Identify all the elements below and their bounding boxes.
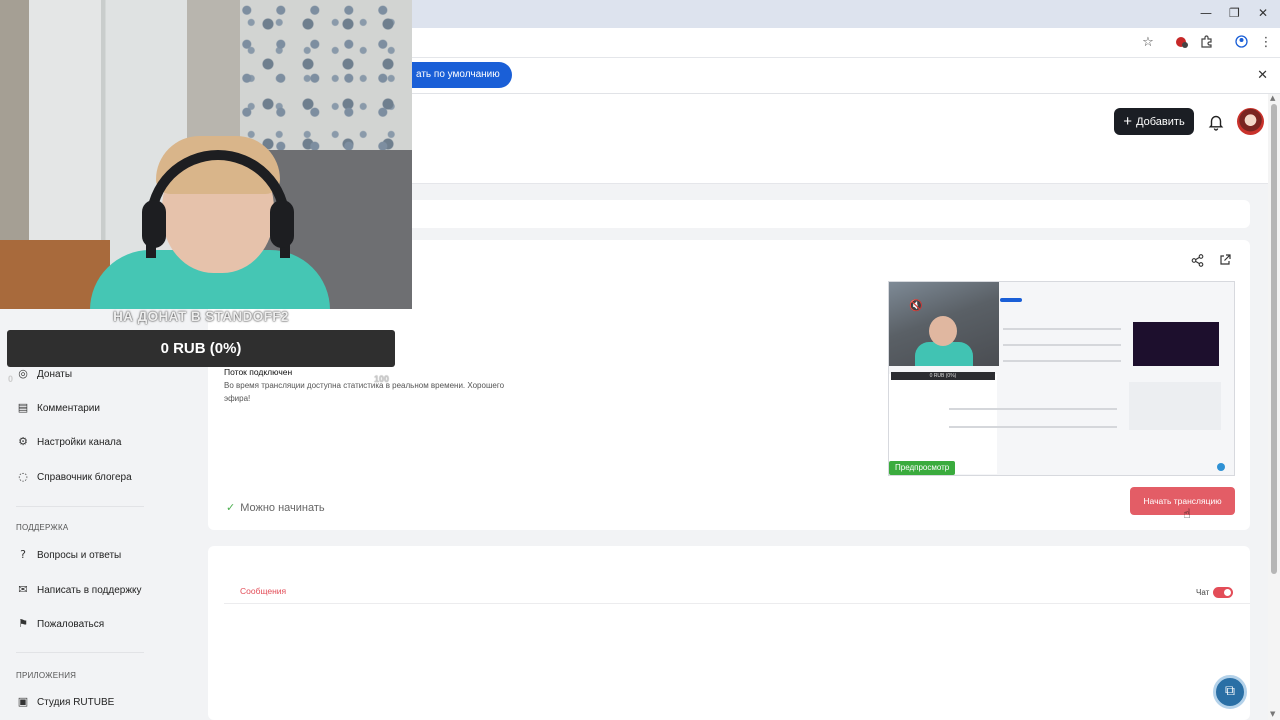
sidebar-item-label: Вопросы и ответы — [37, 549, 122, 561]
divider — [16, 506, 144, 507]
preview-help-icon — [1217, 463, 1225, 471]
preview-face — [929, 316, 957, 346]
sidebar-item-label: Пожаловаться — [37, 618, 105, 630]
tab-messages[interactable]: Сообщения — [240, 586, 287, 604]
sidebar-item-blogger-guide[interactable]: ◌ Справочник блогера — [16, 467, 132, 487]
preview-ui-button — [1000, 298, 1022, 302]
preview-ui-line — [1003, 328, 1121, 330]
donation-goal-start: 0 — [8, 374, 14, 384]
mute-icon[interactable]: 🔇 — [905, 298, 927, 314]
stream-preview[interactable]: 🔇 0 RUB (0%) Предпросмотр — [888, 281, 1235, 476]
puzzle-icon[interactable] — [1198, 35, 1214, 51]
studio-icon: ▣ — [17, 695, 29, 708]
donation-goal-caption: НА ДОНАТ В STANDOFF2 — [113, 309, 289, 324]
minimize-icon[interactable]: — — [1200, 6, 1212, 20]
set-default-button[interactable]: ать по умолчанию — [396, 62, 512, 88]
preview-sidebar — [889, 374, 997, 474]
avatar[interactable] — [1237, 108, 1264, 135]
stream-status-text: Во время трансляции доступна статистика … — [224, 381, 505, 403]
star-icon[interactable]: ☆ — [1140, 35, 1156, 51]
close-icon[interactable]: ✕ — [1257, 68, 1268, 83]
headset-ear-right — [270, 200, 294, 248]
ready-indicator: ✓ Можно начинать — [226, 501, 325, 514]
preview-webcam: 🔇 — [889, 282, 999, 366]
preview-panel — [1129, 382, 1221, 430]
divider — [16, 652, 144, 653]
sidebar-item-donations[interactable]: ◎ Донаты — [16, 364, 72, 384]
divider — [224, 603, 1250, 604]
donation-goal-end: 100 — [374, 374, 390, 384]
sidebar-item-studio[interactable]: ▣ Студия RUTUBE — [16, 692, 115, 712]
webcam-overlay — [0, 0, 412, 309]
bell-icon[interactable] — [1207, 113, 1225, 131]
restore-icon[interactable]: ❐ — [1229, 6, 1240, 20]
share-icon[interactable] — [1191, 254, 1204, 271]
sidebar-item-label: Донаты — [37, 368, 73, 380]
sidebar-item-contact-support[interactable]: ✉ Написать в поддержку — [16, 580, 142, 600]
question-icon: ? — [20, 548, 26, 561]
sidebar-item-label: Написать в поддержку — [37, 584, 142, 596]
check-icon: ✓ — [226, 501, 236, 514]
preview-ui-line — [949, 426, 1117, 428]
headset-ear-left — [142, 200, 166, 248]
extension-badge-icon[interactable] — [1174, 35, 1190, 51]
sidebar-item-report[interactable]: ⚑ Пожаловаться — [16, 614, 104, 634]
scrollbar[interactable]: ▲ ▼ — [1268, 94, 1280, 720]
section-apps: ПРИЛОЖЕНИЯ — [16, 671, 77, 680]
preview-overlay-label: 0 RUB (0%) — [891, 372, 995, 380]
scroll-down-icon[interactable]: ▼ — [1270, 710, 1275, 718]
chat-toggle[interactable] — [1213, 587, 1233, 598]
preview-ui-line — [1003, 360, 1121, 362]
chat-toggle-label: Чат — [1196, 588, 1210, 597]
add-button[interactable]: + Добавить — [1114, 108, 1194, 135]
sidebar-item-channel-settings[interactable]: ⚙ Настройки канала — [16, 432, 121, 452]
sidebar-item-comments[interactable]: ▤ Комментарии — [16, 398, 100, 418]
preview-badge: Предпросмотр — [889, 461, 956, 475]
sidebar-item-label: Комментарии — [37, 402, 100, 414]
donate-icon: ◎ — [18, 367, 28, 380]
scroll-up-icon[interactable]: ▲ — [1270, 94, 1275, 102]
plus-icon: + — [1123, 113, 1133, 130]
sidebar-item-faq[interactable]: ? Вопросы и ответы — [16, 545, 121, 565]
scroll-thumb[interactable] — [1271, 104, 1277, 574]
sidebar-item-label: Настройки канала — [37, 436, 122, 448]
book-icon: ◌ — [18, 470, 28, 483]
external-link-icon[interactable] — [1219, 254, 1231, 269]
donation-progress-bar: 0 RUB (0%) — [7, 330, 395, 367]
section-support: ПОДДЕРЖКА — [16, 523, 69, 532]
profile-icon[interactable] — [1233, 35, 1249, 51]
comment-icon: ▤ — [17, 401, 29, 414]
stream-status-title: Поток подключен — [224, 367, 293, 377]
ready-label: Можно начинать — [240, 502, 325, 514]
close-window-icon[interactable]: ✕ — [1258, 6, 1268, 20]
help-chat-icon[interactable]: ⧉ — [1213, 675, 1247, 709]
add-button-label: Добавить — [1136, 116, 1185, 128]
preview-ui-line — [949, 408, 1117, 410]
preview-player — [1133, 322, 1219, 366]
mail-icon: ✉ — [18, 583, 28, 596]
preview-ui-line — [1003, 344, 1121, 346]
menu-icon[interactable]: ⋮ — [1258, 35, 1274, 51]
sidebar-item-label: Справочник блогера — [37, 471, 132, 483]
mouse-cursor-icon: ☝ — [1183, 507, 1191, 522]
flag-icon: ⚑ — [18, 617, 28, 630]
chat-card: Сообщения Чат — [208, 546, 1250, 720]
sidebar-item-label: Студия RUTUBE — [37, 696, 115, 708]
gear-icon: ⚙ — [18, 435, 28, 448]
